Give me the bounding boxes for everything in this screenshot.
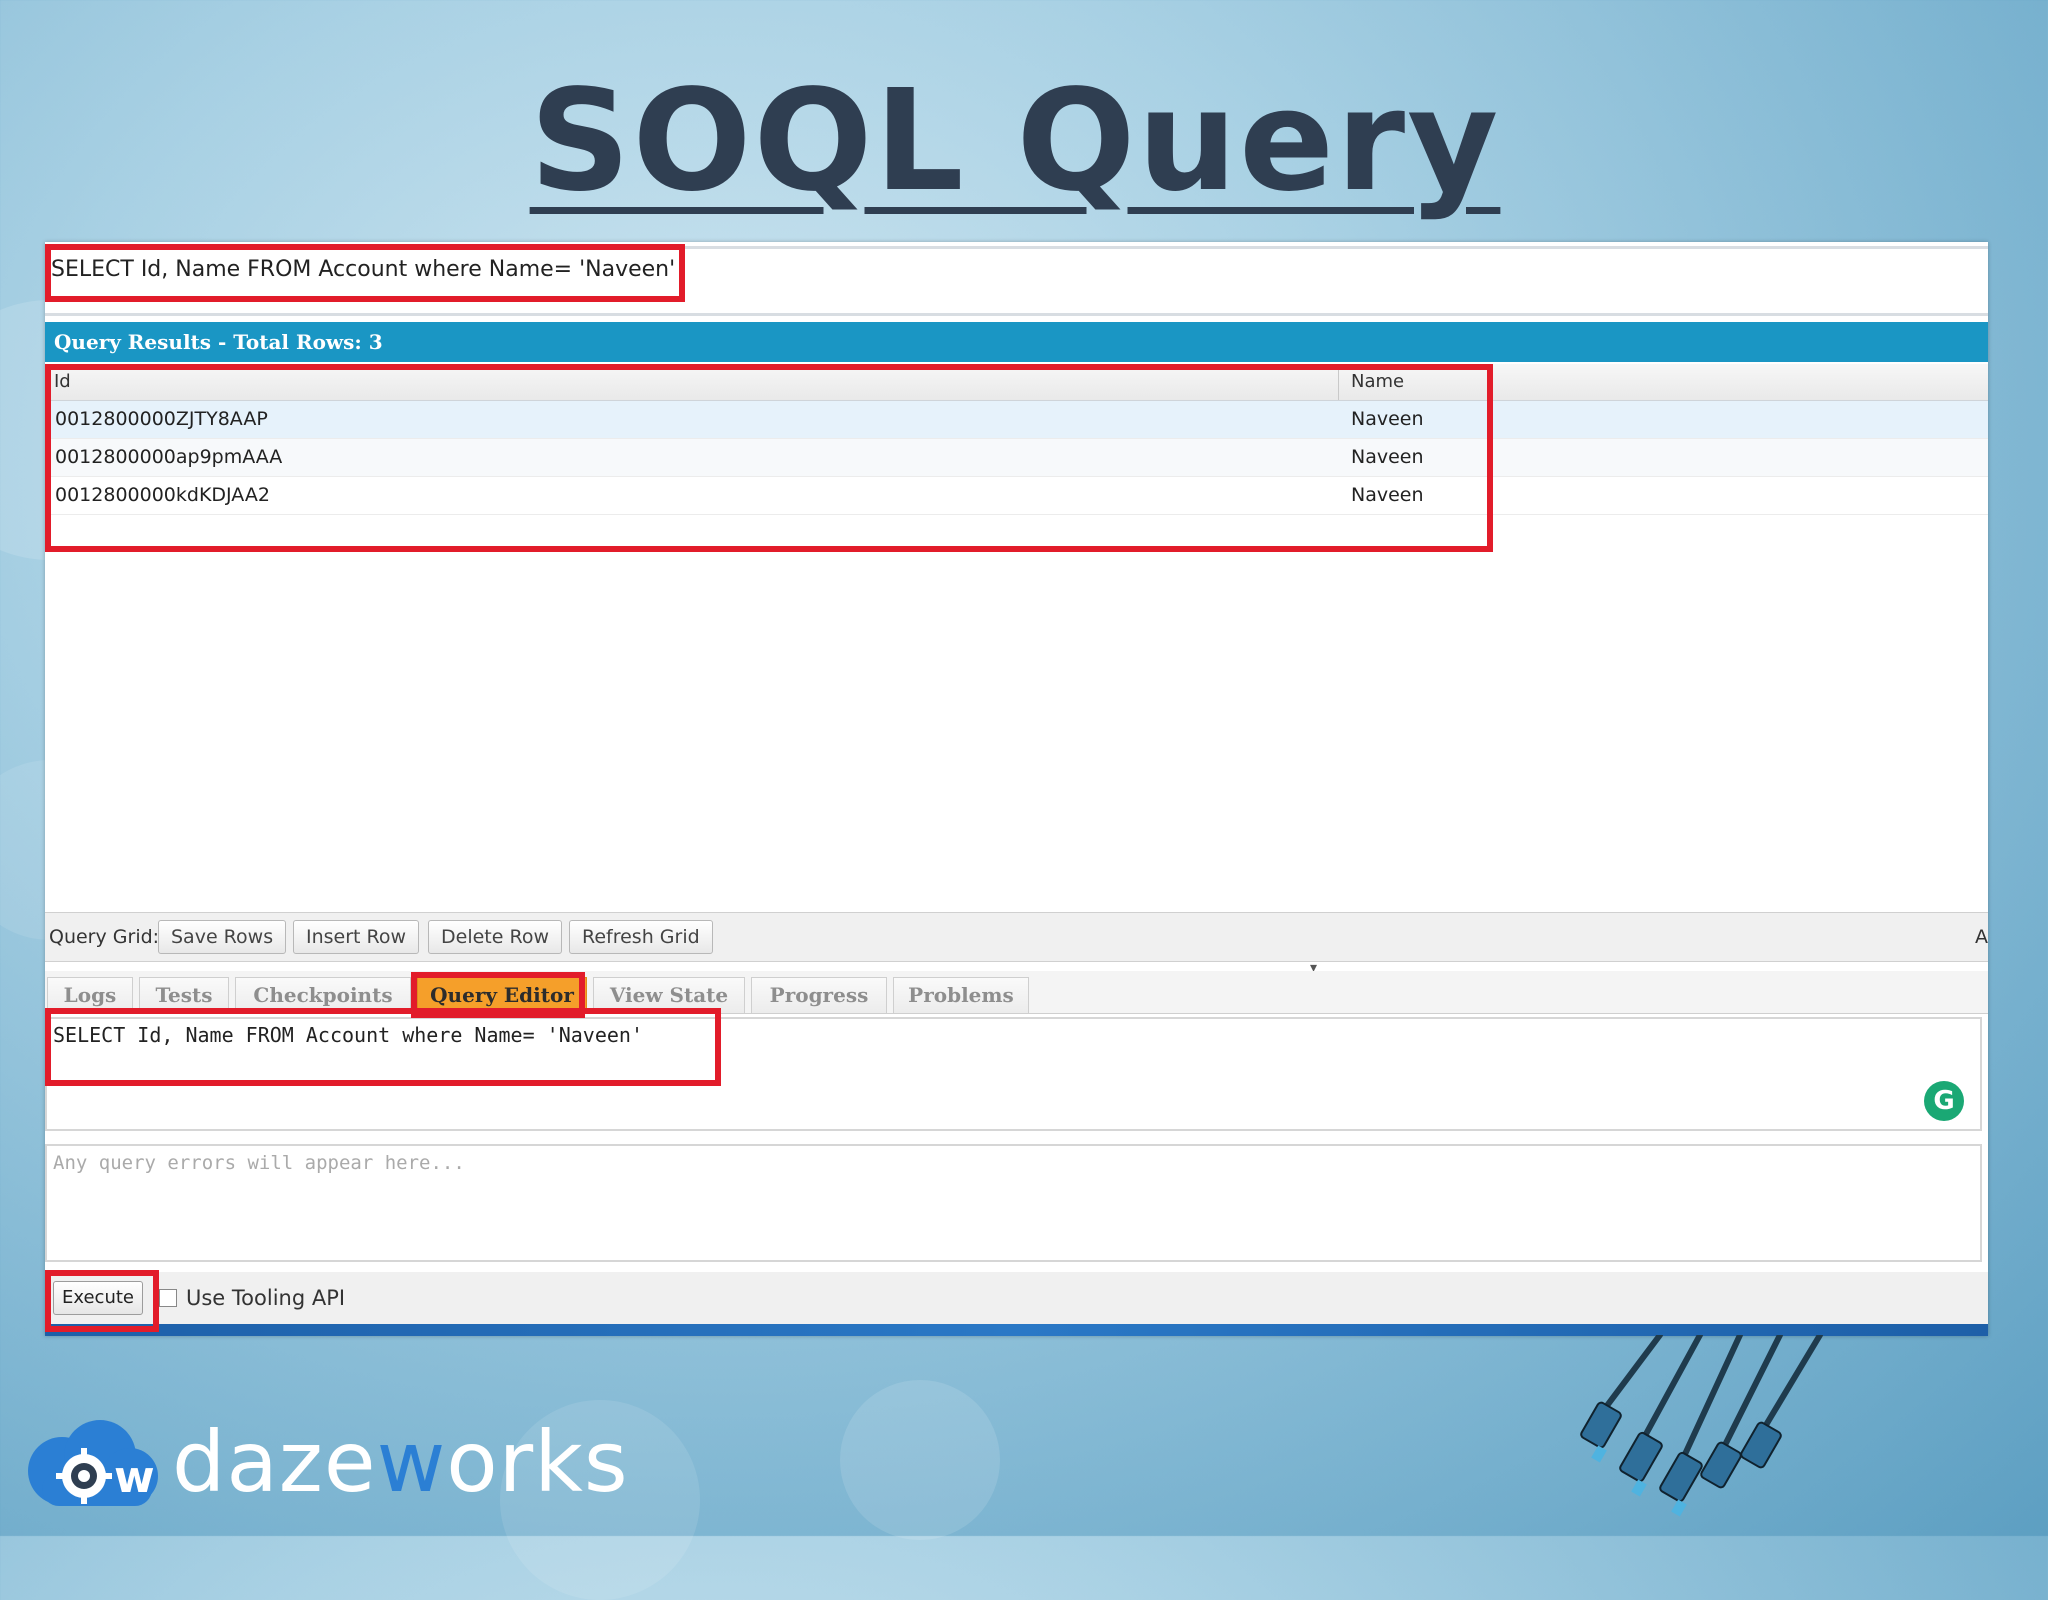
table-row[interactable]: 0012800000ZJTY8AAP Naveen	[45, 401, 1988, 439]
background-shape	[840, 1380, 1000, 1540]
svg-text:w: w	[114, 1452, 155, 1503]
query-grid-label: Query Grid:	[49, 926, 160, 948]
cell-id: 0012800000ZJTY8AAP	[55, 408, 268, 430]
tab-logs[interactable]: Logs	[47, 977, 133, 1013]
use-tooling-api-checkbox[interactable]	[159, 1289, 177, 1307]
grid-header: Id Name	[45, 364, 1988, 401]
query-grid-toolbar: Query Grid: Save Rows Insert Row Delete …	[45, 912, 1988, 962]
slide-title: SOQL Query	[529, 60, 1501, 223]
logo-text-accent: w	[376, 1413, 447, 1511]
query-results-header: Query Results - Total Rows: 3	[45, 322, 1988, 362]
execute-button[interactable]: Execute	[53, 1281, 143, 1315]
tab-problems[interactable]: Problems	[893, 977, 1029, 1013]
errors-placeholder: Any query errors will appear here...	[53, 1152, 465, 1174]
insert-row-button[interactable]: Insert Row	[293, 920, 420, 954]
tab-query-editor[interactable]: Query Editor	[417, 977, 587, 1013]
tab-view-state[interactable]: View State	[593, 977, 745, 1013]
cell-name: Naveen	[1351, 446, 1424, 468]
grammarly-icon[interactable]: G	[1924, 1081, 1964, 1121]
column-header-id[interactable]: Id	[54, 364, 71, 400]
usb-cables-decoration	[1580, 1335, 1823, 1517]
refresh-grid-button[interactable]: Refresh Grid	[569, 920, 713, 954]
column-header-name[interactable]: Name	[1351, 364, 1404, 400]
logo-text-prefix: daze	[172, 1413, 377, 1511]
table-row[interactable]: 0012800000ap9pmAAA Naveen	[45, 439, 1988, 477]
cell-name: Naveen	[1351, 484, 1424, 506]
query-text-area[interactable]: SELECT Id, Name FROM Account where Name=…	[45, 246, 1988, 316]
execute-bar: Execute Use Tooling API	[45, 1272, 1988, 1324]
dazeworks-logo: w dazeworks	[22, 1412, 628, 1512]
query-editor-input[interactable]: SELECT Id, Name FROM Account where Name=…	[45, 1017, 1982, 1131]
table-row[interactable]: 0012800000kdKDJAA2 Naveen	[45, 477, 1988, 515]
use-tooling-api-label[interactable]: Use Tooling API	[186, 1286, 345, 1310]
cell-id: 0012800000kdKDJAA2	[55, 484, 270, 506]
delete-row-button[interactable]: Delete Row	[428, 920, 562, 954]
logo-cloud-icon: w	[28, 1420, 158, 1506]
query-errors-area[interactable]: Any query errors will appear here...	[45, 1144, 1982, 1262]
toolbar-overflow-text: A	[1975, 926, 1988, 948]
developer-console-window: SELECT Id, Name FROM Account where Name=…	[45, 242, 1988, 1336]
logo-wordmark: dazeworks	[172, 1412, 629, 1512]
cell-name: Naveen	[1351, 408, 1424, 430]
cell-id: 0012800000ap9pmAAA	[55, 446, 283, 468]
console-tabs: Logs Tests Checkpoints Query Editor View…	[45, 971, 1988, 1014]
query-text: SELECT Id, Name FROM Account where Name=…	[51, 257, 676, 282]
save-rows-button[interactable]: Save Rows	[158, 920, 287, 954]
logo-text-suffix: orks	[446, 1413, 629, 1511]
results-grid: Id Name 0012800000ZJTY8AAP Naveen 001280…	[45, 364, 1988, 515]
tab-tests[interactable]: Tests	[139, 977, 229, 1013]
tab-progress[interactable]: Progress	[751, 977, 887, 1013]
tab-checkpoints[interactable]: Checkpoints	[235, 977, 411, 1013]
column-divider[interactable]	[1338, 364, 1339, 400]
editor-query-text: SELECT Id, Name FROM Account where Name=…	[53, 1023, 644, 1047]
